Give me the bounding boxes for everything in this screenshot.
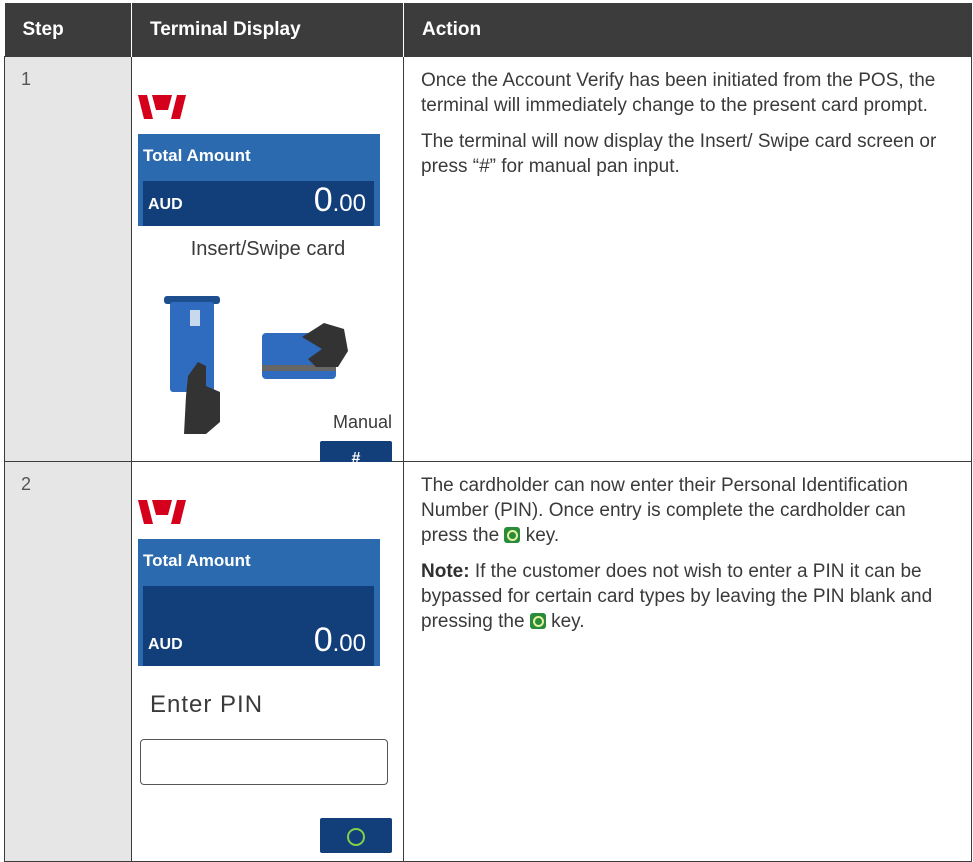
action-cell: The cardholder can now enter their Perso… bbox=[403, 461, 972, 862]
ok-key-icon bbox=[504, 527, 521, 543]
action-text: The terminal will now display the Insert… bbox=[421, 131, 937, 177]
terminal-screen: Total Amount AUD 0.00 bbox=[138, 539, 380, 666]
total-amount-label: Total Amount bbox=[143, 146, 251, 165]
pin-input-field[interactable] bbox=[140, 739, 388, 785]
enter-pin-prompt: Enter PIN bbox=[150, 691, 264, 718]
action-text: The cardholder can now enter their Perso… bbox=[421, 475, 908, 546]
note-text: Note: If the customer does not wish to e… bbox=[421, 561, 933, 632]
insert-card-icon bbox=[164, 296, 220, 434]
header-terminal-display: Terminal Display bbox=[131, 3, 404, 57]
amount-panel: AUD 0.00 bbox=[143, 181, 374, 226]
terminal-display-cell: Total Amount AUD 0.00 Insert/Swipe card bbox=[131, 56, 404, 476]
header-step: Step bbox=[4, 3, 132, 57]
amount-value: 0.00 bbox=[313, 181, 366, 219]
manual-label: Manual bbox=[332, 412, 392, 432]
total-amount-label: Total Amount bbox=[143, 551, 251, 570]
ok-key-button[interactable] bbox=[320, 818, 392, 853]
note-label: Note: bbox=[421, 561, 470, 582]
amount-panel: AUD 0.00 bbox=[143, 586, 374, 666]
terminal-screen: Total Amount AUD 0.00 bbox=[138, 134, 380, 226]
steps-table: Step Terminal Display Action 1 Total Amo… bbox=[4, 3, 972, 862]
westpac-logo-icon bbox=[138, 95, 186, 119]
ok-key-icon bbox=[529, 613, 546, 629]
insert-swipe-prompt: Insert/Swipe card bbox=[190, 238, 346, 260]
currency-label: AUD bbox=[148, 196, 183, 213]
header-row: Step Terminal Display Action bbox=[4, 3, 972, 57]
currency-label: AUD bbox=[148, 636, 183, 653]
header-action: Action bbox=[403, 3, 972, 57]
amount-value: 0.00 bbox=[313, 621, 366, 659]
action-cell: Once the Account Verify has been initiat… bbox=[403, 56, 972, 462]
westpac-logo-icon bbox=[138, 500, 186, 524]
swipe-card-icon bbox=[262, 323, 348, 379]
step-number: 2 bbox=[4, 461, 132, 862]
action-text: Once the Account Verify has been initiat… bbox=[421, 70, 936, 116]
table-row: 2 Total Amount AUD 0.00 Enter PIN The ca… bbox=[4, 461, 972, 862]
ok-circle-icon bbox=[347, 828, 365, 846]
step-number: 1 bbox=[4, 56, 132, 462]
terminal-display-cell: Total Amount AUD 0.00 Enter PIN bbox=[131, 461, 404, 862]
table-row: 1 Total Amount AUD 0.00 Insert/Swipe car… bbox=[4, 56, 972, 476]
